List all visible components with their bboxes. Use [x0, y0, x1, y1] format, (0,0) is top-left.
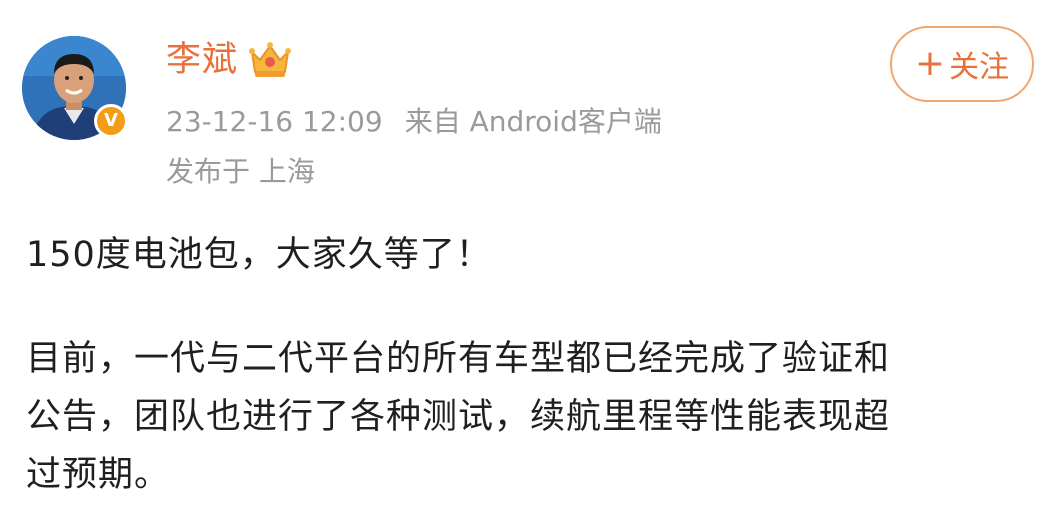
follow-button-label: 关注 [949, 50, 1010, 85]
follow-button[interactable]: + 关注 [890, 26, 1034, 102]
verified-v-icon: V [94, 104, 128, 138]
plus-icon: + [914, 43, 946, 84]
post-meta: 23-12-16 12:09 来自 Android客户端 [166, 104, 662, 140]
post-paragraph-2-line-3: 过预期。 [26, 455, 171, 495]
post-source: 来自 Android客户端 [404, 105, 662, 138]
crown-icon[interactable] [248, 40, 292, 80]
post-timestamp: 23-12-16 12:09 [166, 105, 383, 138]
post-location: 发布于 上海 [166, 155, 315, 188]
post-header: V 李斌 23-12-16 12:09 来自 Android客户端 发布于 上海 … [0, 0, 1044, 200]
post-body: 150度电池包，大家久等了！ 目前，一代与二代平台的所有车型都已经完成了验证和 … [26, 226, 1016, 504]
post-paragraph-2-line-1: 目前，一代与二代平台的所有车型都已经完成了验证和 [26, 339, 891, 379]
post-paragraph-1: 150度电池包，大家久等了！ [26, 235, 492, 275]
username-row: 李斌 [166, 38, 292, 82]
username[interactable]: 李斌 [166, 38, 238, 82]
post-paragraph-2-line-2: 公告，团队也进行了各种测试，续航里程等性能表现超 [26, 397, 891, 437]
post-paragraph-2: 目前，一代与二代平台的所有车型都已经完成了验证和 公告，团队也进行了各种测试，续… [26, 330, 1016, 504]
